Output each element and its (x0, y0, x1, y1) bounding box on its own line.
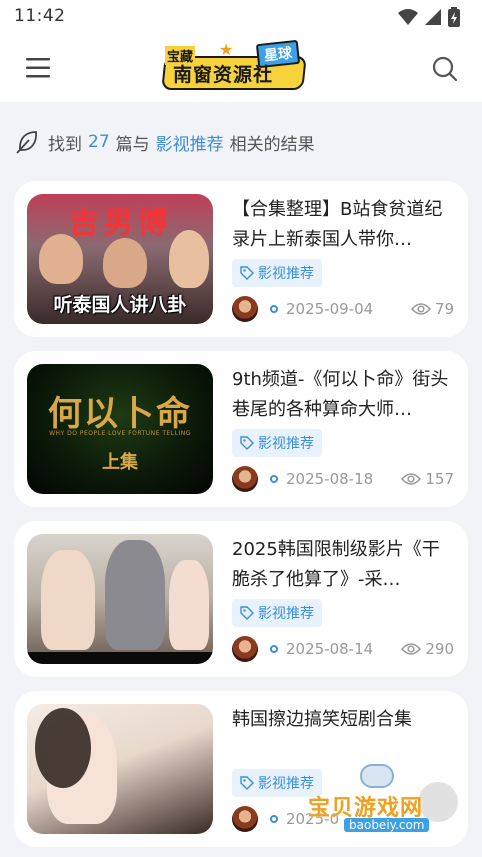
post-tag-label: 影视推荐 (258, 436, 314, 452)
result-keyword[interactable]: 影视推荐 (156, 130, 224, 155)
star-icon: ★ (219, 40, 234, 59)
date-dot-icon (270, 305, 278, 313)
post-views: 290 (401, 640, 454, 658)
thumbnail-person (169, 230, 209, 288)
status-bar: 11:42 (0, 0, 482, 34)
thumbnail-person (41, 550, 95, 650)
watermark-circle (418, 782, 458, 822)
thumbnail-sub-text: WHY DO PEOPLE LOVE FORTUNE TELLING (49, 430, 191, 437)
post-meta: 2025-08-14 290 (232, 636, 454, 662)
result-prefix: 找到 (48, 134, 82, 155)
post-tag-label: 影视推荐 (258, 266, 314, 282)
post-date: 2025-08-18 (286, 470, 374, 488)
watermark: 宝贝游戏网 baobeiy.com (300, 760, 470, 838)
post-tag-label: 影视推荐 (258, 606, 314, 622)
post-tag[interactable]: 影视推荐 (232, 599, 322, 627)
status-time: 11:42 (14, 6, 66, 26)
feather-icon (16, 131, 37, 154)
tag-icon (240, 266, 254, 280)
post-views: 157 (401, 470, 454, 488)
battery-icon (448, 7, 460, 27)
post-view-count: 290 (425, 640, 454, 658)
search-icon[interactable] (430, 54, 460, 84)
post-views: 79 (410, 300, 454, 318)
post-tag[interactable]: 影视推荐 (232, 259, 322, 287)
thumbnail-letterbox (27, 652, 213, 664)
thumbnail-person (169, 560, 209, 650)
post-meta: 2025-08-18 157 (232, 466, 454, 492)
tag-icon (240, 776, 254, 790)
result-middle: 篇与 (115, 134, 150, 155)
post-card[interactable]: 何以卜命 WHY DO PEOPLE LOVE FORTUNE TELLING … (14, 351, 468, 507)
avatar[interactable] (232, 296, 258, 322)
date-dot-icon (270, 475, 278, 483)
post-title[interactable]: 韩国擦边搞笑短剧合集 (232, 705, 454, 765)
eye-icon (401, 643, 422, 655)
post-date: 2025-09-04 (286, 300, 374, 318)
date-dot-icon (270, 815, 278, 823)
gamepad-icon (360, 764, 394, 788)
post-view-count: 157 (425, 470, 454, 488)
wifi-icon (398, 9, 418, 25)
app-header: ★ 宝藏 星球 南窗资源社 (0, 34, 482, 102)
post-title[interactable]: 2025韩国限制级影片《干脆杀了他算了》-采… (232, 535, 454, 595)
avatar[interactable] (232, 806, 258, 832)
result-suffix: 相关的结果 (229, 134, 315, 155)
tag-icon (240, 606, 254, 620)
menu-icon[interactable] (22, 54, 54, 82)
post-thumbnail[interactable]: 何以卜命 WHY DO PEOPLE LOVE FORTUNE TELLING … (27, 364, 213, 494)
post-tag[interactable]: 影视推荐 (232, 429, 322, 457)
post-card[interactable]: 2025韩国限制级影片《干脆杀了他算了》-采… 影视推荐 2025-08-14 … (14, 521, 468, 677)
eye-icon (410, 303, 431, 315)
thumbnail-person (105, 540, 165, 650)
post-thumbnail[interactable] (27, 704, 213, 834)
post-title[interactable]: 9th频道-《何以卜命》街头巷尾的各种算命大师… (232, 365, 454, 425)
thumbnail-person (103, 238, 147, 288)
status-icons (398, 7, 460, 27)
date-dot-icon (270, 645, 278, 653)
site-logo[interactable]: ★ 宝藏 星球 南窗资源社 (161, 39, 309, 98)
post-view-count: 79 (434, 300, 454, 318)
result-count: 27 (88, 132, 110, 152)
post-title[interactable]: 【合集整理】B站食贫道纪录片上新泰国人带你… (232, 195, 454, 255)
signal-icon (425, 9, 441, 25)
logo-title: 南窗资源社 (173, 64, 274, 86)
thumbnail-person (39, 234, 83, 284)
tag-icon (240, 436, 254, 450)
post-meta: 2025-09-04 79 (232, 296, 454, 322)
watermark-url: baobeiy.com (344, 818, 430, 832)
thumbnail-hair (35, 708, 91, 788)
post-date: 2025-08-14 (286, 640, 374, 658)
thumbnail-caption: 上集 (102, 452, 138, 473)
eye-icon (401, 473, 422, 485)
avatar[interactable] (232, 466, 258, 492)
post-thumbnail[interactable] (27, 534, 213, 664)
post-card[interactable]: 吉男博 听泰国人讲八卦 【合集整理】B站食贫道纪录片上新泰国人带你… 影视推荐 … (14, 181, 468, 337)
search-result-summary: 找到 27 篇与 影视推荐 相关的结果 (14, 128, 315, 156)
avatar[interactable] (232, 636, 258, 662)
thumbnail-top-text: 何以卜命 (48, 394, 192, 434)
thumbnail-caption: 听泰国人讲八卦 (53, 294, 187, 316)
post-thumbnail[interactable]: 吉男博 听泰国人讲八卦 (27, 194, 213, 324)
